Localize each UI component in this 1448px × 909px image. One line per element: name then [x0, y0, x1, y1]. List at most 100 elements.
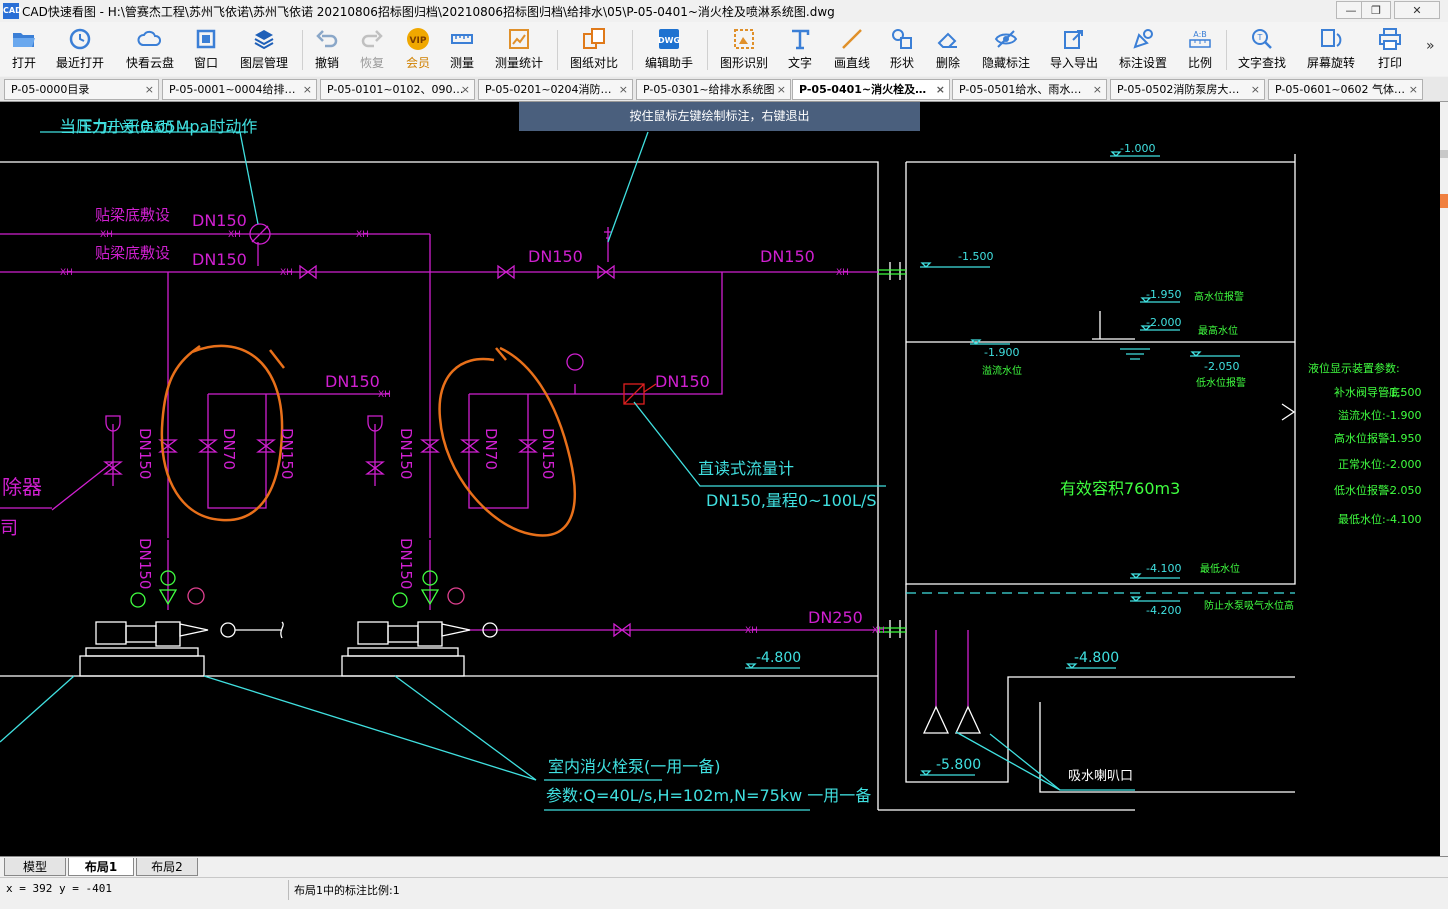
dn150-vertical: DN150: [136, 428, 154, 479]
suction-label: 吸水喇叭口: [1068, 769, 1133, 784]
restore-button[interactable]: ❐: [1361, 1, 1391, 19]
tab-layout2[interactable]: 布局2: [136, 858, 198, 876]
level-text: -1.950: [1146, 288, 1181, 301]
hide-annotation-label: 隐藏标注: [981, 56, 1030, 70]
legend-value: -4.100: [1386, 513, 1421, 526]
svg-text:DWG: DWG: [658, 36, 680, 45]
measure-button[interactable]: 测量: [446, 26, 478, 74]
delete-button[interactable]: 删除: [932, 26, 964, 74]
pump-name-label: 室内消火栓泵(一用一备): [548, 757, 721, 776]
shape-recognition-button[interactable]: 图形识别: [716, 26, 772, 74]
vip-label: 会员: [405, 56, 430, 70]
edit-assistant-label: 编辑助手: [644, 56, 693, 70]
open-button[interactable]: 打开: [6, 26, 42, 74]
redo-button[interactable]: 恢复: [356, 26, 388, 74]
layers-icon: [254, 30, 274, 50]
rotate-screen-button[interactable]: 屏幕旋转: [1303, 26, 1359, 74]
tab-p05-0101[interactable]: P-05-0101~0102、090… ×: [320, 79, 475, 100]
annotation-scale: 布局1中的标注比例:1: [294, 884, 400, 897]
close-icon[interactable]: ×: [1251, 80, 1260, 99]
shapes-button[interactable]: 形状: [886, 26, 918, 74]
measure-label: 测量: [449, 56, 474, 70]
cloud-drive-button[interactable]: 快看云盘: [122, 26, 178, 74]
pump-spec-label: 参数:Q=40L/s,H=102m,N=75kw 一用一备: [546, 786, 871, 805]
import-export-button[interactable]: 导入导出: [1046, 26, 1102, 74]
file-tab-bar: P-05-0000目录 × P-05-0001~0004给排… × P-05-010…: [0, 77, 1448, 102]
dn150-label: DN150: [760, 247, 815, 266]
close-icon[interactable]: ×: [461, 80, 470, 99]
close-icon[interactable]: ×: [1093, 80, 1102, 99]
annotation-settings-button[interactable]: 标注设置: [1115, 26, 1171, 74]
print-button[interactable]: 打印: [1374, 26, 1406, 74]
tab-model[interactable]: 模型: [4, 858, 66, 876]
rotate-screen-label: 屏幕旋转: [1306, 56, 1355, 70]
vertical-scrollbar[interactable]: [1440, 102, 1448, 856]
tank-volume-label: 有效容积760m3: [1060, 479, 1180, 498]
layer-manager-button[interactable]: 图层管理: [236, 26, 292, 74]
text-button[interactable]: 文字: [784, 26, 816, 74]
tab-p05-0001[interactable]: P-05-0001~0004给排… ×: [162, 79, 317, 100]
tab-p05-0502[interactable]: P-05-0502消防泵房大… ×: [1110, 79, 1265, 100]
close-button[interactable]: ✕: [1394, 1, 1440, 19]
legend-key: 溢流水位:: [1338, 408, 1386, 422]
import-export-icon: [1064, 30, 1083, 49]
drawing-canvas[interactable]: — 压力开关(启动) — 当压力小于0.65Mpa时动作 贴梁底敷设 贴梁底敷设…: [0, 102, 1440, 856]
legend-value: -1.950: [1386, 432, 1421, 445]
tab-p05-0601[interactable]: P-05-0601~0602 气体… ×: [1268, 79, 1423, 100]
level-text: -4.800: [756, 650, 801, 666]
close-icon[interactable]: ×: [145, 80, 154, 99]
scroll-marker: [1440, 194, 1448, 208]
status-bar: x = 392 y = -401 布局1中的标注比例:1: [0, 877, 1448, 909]
window-icon: [196, 29, 216, 49]
dn150-vertical: DN150: [397, 538, 415, 589]
close-icon[interactable]: ×: [303, 80, 312, 99]
toolbar-separator: [1226, 30, 1227, 70]
undo-button[interactable]: 撤销: [311, 26, 343, 74]
scale-label: 比例: [1187, 56, 1212, 70]
print-icon: [1379, 28, 1401, 50]
tab-p05-0000[interactable]: P-05-0000目录 ×: [4, 79, 159, 100]
legend-title: 液位显示装置参数:: [1308, 361, 1400, 375]
scale-button[interactable]: A:B 比例: [1184, 26, 1216, 74]
close-icon[interactable]: ×: [777, 80, 786, 99]
dn150-vertical: DN150: [278, 428, 296, 479]
legend-value: -2.000: [1386, 458, 1421, 471]
level-label: 最低水位: [1200, 562, 1240, 575]
draw-line-button[interactable]: 画直线: [832, 26, 872, 74]
close-icon[interactable]: ×: [619, 80, 628, 99]
undo-label: 撤销: [314, 56, 339, 70]
svg-text:A:B: A:B: [1193, 30, 1207, 39]
level-label: 最高水位: [1198, 324, 1238, 337]
scrollbar-thumb[interactable]: [1440, 150, 1448, 158]
drawing-hint-tooltip: 按住鼠标左键绘制标注，右键退出: [519, 102, 920, 131]
tab-p05-0201[interactable]: P-05-0201~0204消防… ×: [478, 79, 633, 100]
compare-icon: [583, 28, 605, 49]
tab-p05-0401-active[interactable]: P-05-0401~消火栓及… ×: [792, 79, 950, 100]
recent-open-button[interactable]: 最近打开: [52, 26, 108, 74]
tab-label: P-05-0501给水、雨水…: [959, 83, 1082, 96]
level-label: 高水位报警: [1194, 290, 1244, 303]
measure-stats-button[interactable]: 测量统计: [491, 26, 547, 74]
tab-label: P-05-0502消防泵房大…: [1117, 83, 1240, 96]
compare-label: 图纸对比: [569, 56, 618, 70]
level-label: 防止水泵吸气水位高: [1204, 599, 1294, 612]
cad-drawing[interactable]: — 压力开关(启动) — 当压力小于0.65Mpa时动作 贴梁底敷设 贴梁底敷设…: [0, 102, 1440, 856]
text-icon: [792, 29, 810, 50]
edit-assistant-button[interactable]: DWG 编辑助手: [641, 26, 697, 74]
vip-button[interactable]: VIP 会员: [402, 26, 434, 74]
tab-p05-0301[interactable]: P-05-0301~给排水系统图 ×: [636, 79, 791, 100]
hide-annotation-button[interactable]: 隐藏标注: [978, 26, 1034, 74]
compare-button[interactable]: 图纸对比: [566, 26, 622, 74]
dn150-vertical: DN150: [539, 428, 557, 479]
dn150-vertical: DN150: [136, 538, 154, 589]
close-icon[interactable]: ×: [1409, 80, 1418, 99]
close-icon[interactable]: ×: [936, 80, 945, 99]
text-search-button[interactable]: T 文字查找: [1234, 26, 1290, 74]
level-label: 溢流水位: [982, 364, 1022, 377]
toolbar-overflow-button[interactable]: »: [1426, 38, 1435, 54]
shapes-icon: [892, 29, 912, 49]
window-button[interactable]: 窗口: [190, 26, 222, 74]
tab-p05-0501[interactable]: P-05-0501给水、雨水… ×: [952, 79, 1107, 100]
annotation-settings-label: 标注设置: [1118, 56, 1167, 70]
tab-layout1[interactable]: 布局1: [68, 858, 134, 876]
